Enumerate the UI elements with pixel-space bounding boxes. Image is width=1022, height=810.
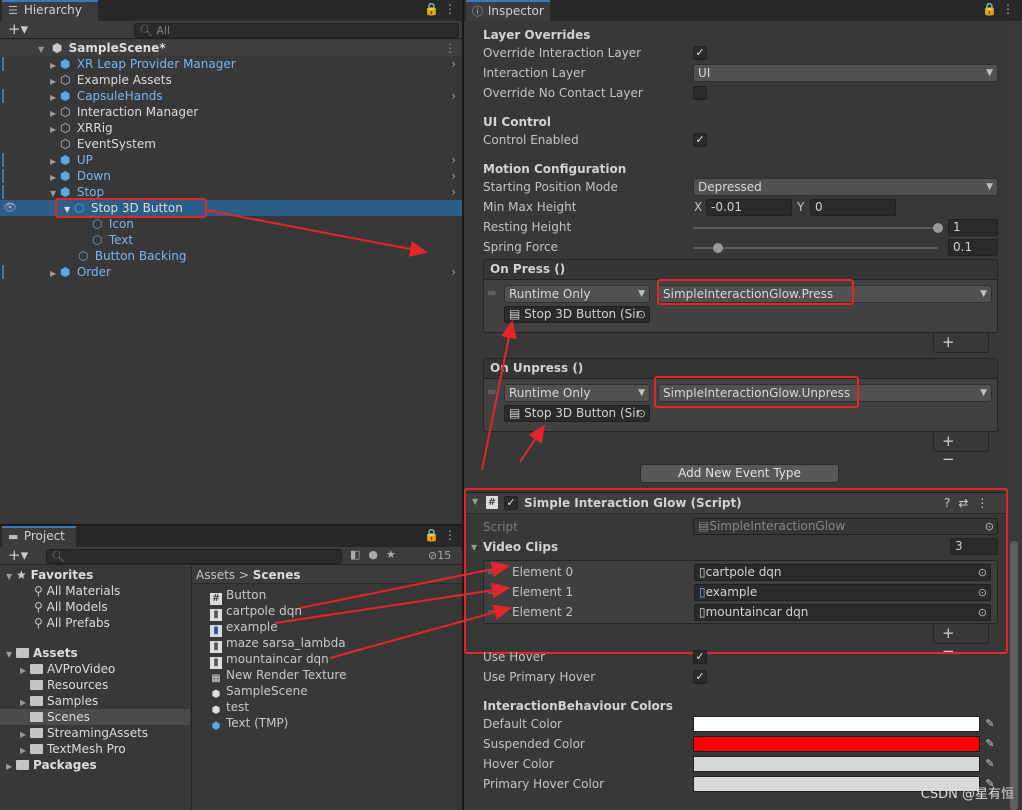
csdn-watermark: CSDN @星有恒 bbox=[920, 787, 1014, 802]
arrow-to-unpress-target bbox=[519, 424, 546, 463]
arrow-cartpole-to-element0 bbox=[299, 561, 510, 609]
arrow-hierarchy-to-inspector bbox=[204, 209, 428, 257]
arrow-to-press-target bbox=[481, 320, 517, 471]
annotation-arrows bbox=[204, 209, 546, 659]
arrow-mountaincar-to-element2 bbox=[329, 604, 512, 659]
